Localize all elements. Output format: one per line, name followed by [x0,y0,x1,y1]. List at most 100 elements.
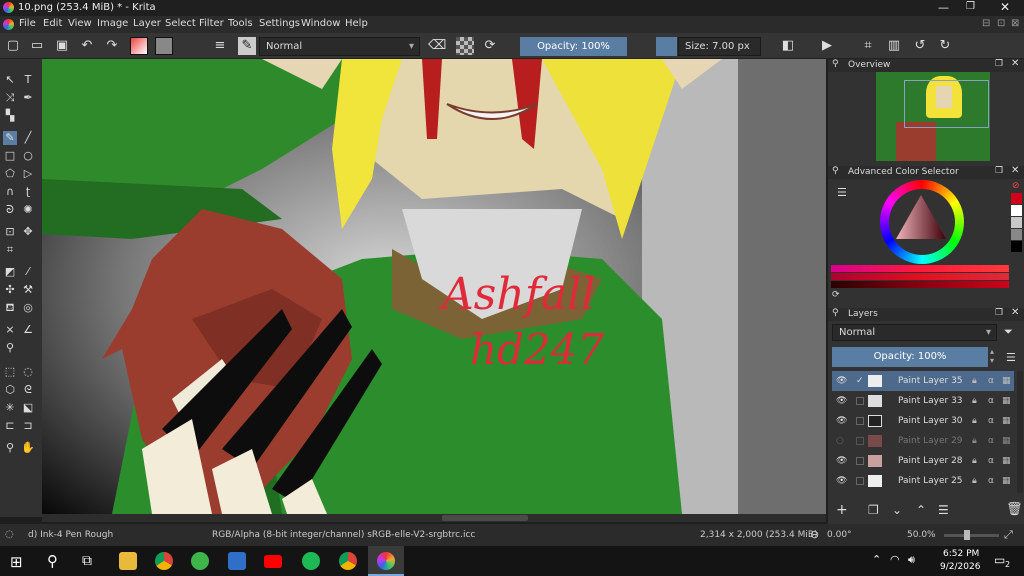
value-slider[interactable] [831,281,1009,288]
smart-patch-icon[interactable]: ⚒ [21,283,35,297]
layer-row[interactable]: 👁 Paint Layer 25 🔒︎ α ▦ [832,471,1014,491]
minimize-icon[interactable]: — [938,1,949,14]
visibility-eye-icon[interactable]: 👁 [836,451,847,471]
layer-inherit-alpha-icon[interactable]: ▦ [1002,371,1011,391]
canvas[interactable]: Ashfall hd247 [42,59,738,514]
overview-viewport-rect[interactable] [904,80,989,128]
layer-opacity-spin-icon[interactable]: ▴ ▾ [990,347,994,365]
search-icon[interactable]: ⚲ [47,552,58,570]
menu-filter[interactable]: Filter [199,18,224,29]
color-selector-close-icon[interactable]: ✕ [1011,165,1019,176]
layer-alpha-icon[interactable]: α [988,471,994,491]
crop-tool-icon[interactable]: ⌗ [3,243,17,257]
pattern-icon[interactable] [155,37,173,55]
layer-inherit-alpha-icon[interactable]: ▦ [1002,391,1011,411]
tray-chevron-icon[interactable]: ⌃ [872,553,881,566]
move-layer-up-icon[interactable]: ⌃ [916,503,926,517]
pan-tool-icon[interactable]: ✋ [21,441,35,455]
youtube-icon[interactable] [264,555,282,568]
layer-opacity-slider[interactable]: Opacity: 100% [832,347,988,367]
layer-alpha-icon[interactable]: α [988,431,994,451]
layer-checkbox[interactable] [856,437,864,445]
clock-time[interactable]: 6:52 PM [943,549,979,559]
fill-mask-icon[interactable]: ▚ [3,109,17,123]
hidden-eye-icon[interactable]: ○ [836,431,844,451]
delete-layer-icon[interactable]: 🗑︎ [1006,502,1023,517]
fill-tool-icon[interactable]: ⛾ [3,301,17,315]
ellipse-tool-icon[interactable]: ○ [21,149,35,163]
alpha-lock-icon[interactable] [456,37,474,55]
layers-float-icon[interactable]: ❐ [995,308,1003,318]
horizontal-scrollbar[interactable] [42,514,826,522]
network-app-icon[interactable] [228,552,246,570]
mdi-minimize-icon[interactable]: ⊟ [982,18,990,29]
krita-taskbar-icon[interactable] [377,552,395,570]
multibrush-icon[interactable]: ✺ [21,203,35,217]
visibility-eye-icon[interactable]: 👁 [836,411,847,431]
layer-lock-icon[interactable]: 🔒︎ [972,451,977,471]
menu-window[interactable]: Window [301,18,340,29]
layer-checkbox[interactable] [856,477,864,485]
overview-thumbnail[interactable] [876,72,990,161]
gradient-icon[interactable] [130,37,148,55]
rotate-right-icon[interactable]: ↻ [936,37,954,55]
measure-tool-icon[interactable]: ∠ [21,323,35,337]
layer-row[interactable]: 👁 Paint Layer 30 🔒︎ α ▦ [832,411,1014,431]
fit-view-icon[interactable]: ⤢ [1004,528,1013,542]
layer-inherit-alpha-icon[interactable]: ▦ [1002,451,1011,471]
restore-icon[interactable]: ❐ [966,1,975,12]
swatch-black[interactable] [1011,241,1022,252]
close-icon[interactable]: ✕ [1000,0,1010,14]
ellipse-select-icon[interactable]: ◌ [21,365,35,379]
layer-row[interactable]: 👁 Paint Layer 28 🔒︎ α ▦ [832,451,1014,471]
menu-select[interactable]: Select [165,18,196,29]
brush-preview-icon[interactable]: ◌ [5,529,14,540]
add-layer-icon[interactable]: + [836,502,848,518]
undo-icon[interactable]: ↶ [78,37,96,55]
rotate-left-icon[interactable]: ↺ [911,37,929,55]
crop-icon[interactable]: ⌗ [859,37,877,55]
size-field[interactable]: Size: 7.00 px [678,37,761,56]
layer-lock-icon[interactable]: 🔒︎ [972,391,977,411]
bezier-select-icon[interactable]: ⊏ [3,419,17,433]
visibility-eye-icon[interactable]: 👁 [836,371,847,391]
eraser-icon[interactable]: ⌫ [428,37,446,55]
file-explorer-icon[interactable] [119,552,137,570]
overview-float-icon[interactable]: ❐ [995,59,1003,69]
rotation-value[interactable]: 0.00° [827,530,852,540]
visibility-eye-icon[interactable]: 👁 [836,391,847,411]
hue-slider[interactable] [831,265,1009,272]
layer-properties-icon[interactable]: ☰ [938,503,949,517]
overview-close-icon[interactable]: ✕ [1011,58,1019,69]
select-shapes-icon[interactable]: ↖ [3,73,17,87]
menu-edit[interactable]: Edit [43,18,62,29]
color-selector-settings-icon[interactable]: ☰ [837,186,847,199]
flow-slider[interactable] [656,37,677,56]
layer-inherit-alpha-icon[interactable]: ▦ [1002,431,1011,451]
edit-shapes-icon[interactable]: ⤨ [3,91,17,105]
zoom-handle[interactable] [964,530,970,540]
layer-inherit-alpha-icon[interactable]: ▦ [1002,411,1011,431]
color-reset-icon[interactable]: ⊘ [1012,181,1020,191]
layer-menu-icon[interactable]: ☰ [1006,351,1016,364]
reload-preset-icon[interactable]: ⟳ [481,37,499,55]
duplicate-layer-icon[interactable]: ❐ [868,503,879,517]
move-layer-down-icon[interactable]: ⌄ [892,503,902,517]
rect-select-icon[interactable]: ⬚ [3,365,17,379]
move-tool-icon[interactable]: ✥ [21,225,35,239]
menu-image[interactable]: Image [97,18,128,29]
colorize-mask-icon[interactable]: ✣ [3,283,17,297]
polyline-tool-icon[interactable]: ▷ [21,167,35,181]
layer-alpha-icon[interactable]: α [988,371,994,391]
layer-checkbox[interactable] [856,397,864,405]
zoom-value[interactable]: 50.0% [907,530,936,540]
windows-start-icon[interactable]: ⊞ [10,553,23,571]
wifi-icon[interactable]: ◠ [890,553,900,566]
layer-lock-icon[interactable]: 🔒︎ [972,411,977,431]
contiguous-select-icon[interactable]: ✳ [3,401,17,415]
overview-pin-icon[interactable]: ⚲ [832,59,839,69]
layer-checkbox[interactable] [856,417,864,425]
polygon-select-icon[interactable]: ⬡ [3,383,17,397]
zoom-slider[interactable] [944,530,999,540]
redo-icon[interactable]: ↷ [103,37,121,55]
